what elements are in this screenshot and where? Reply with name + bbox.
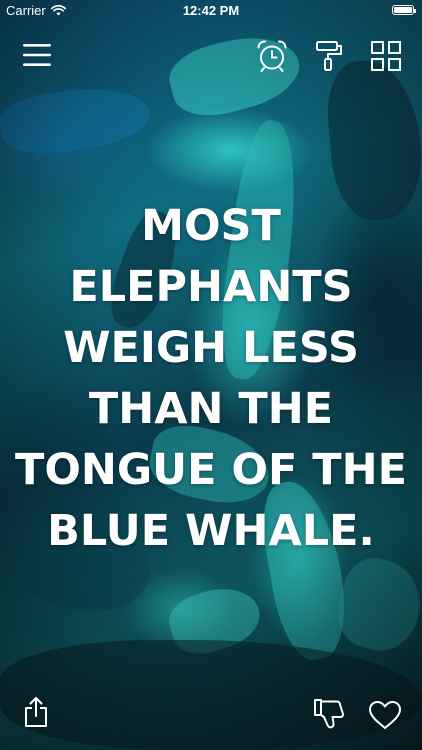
dislike-button[interactable] <box>311 695 349 733</box>
grid-icon <box>371 41 401 71</box>
fact-line: WEIGH LESS <box>63 323 359 373</box>
fact-text: MOST ELEPHANTS WEIGH LESS THAN THE TONGU… <box>10 196 412 562</box>
share-button[interactable] <box>17 693 55 731</box>
battery-level-fill <box>394 7 412 13</box>
menu-button[interactable] <box>19 37 55 73</box>
battery-icon <box>392 5 416 15</box>
like-button[interactable] <box>366 696 404 734</box>
fact-line: TONGUE OF THE <box>14 445 408 495</box>
fact-line: BLUE WHALE. <box>47 506 375 556</box>
status-time: 12:42 PM <box>182 3 240 18</box>
hamburger-menu-icon <box>23 44 51 66</box>
paint-roller-icon <box>316 41 342 71</box>
theme-button[interactable] <box>311 38 347 74</box>
share-icon <box>25 697 47 727</box>
fact-line: ELEPHANTS <box>69 262 353 312</box>
alarm-clock-icon <box>257 40 287 72</box>
heart-icon <box>369 701 401 729</box>
fact-line: MOST <box>141 201 281 251</box>
categories-button[interactable] <box>368 38 404 74</box>
fact-line: THAN THE <box>88 384 334 434</box>
alarm-button[interactable] <box>254 38 290 74</box>
status-bar: Carrier 12:42 PM <box>0 0 422 22</box>
thumbs-down-icon <box>314 699 345 729</box>
